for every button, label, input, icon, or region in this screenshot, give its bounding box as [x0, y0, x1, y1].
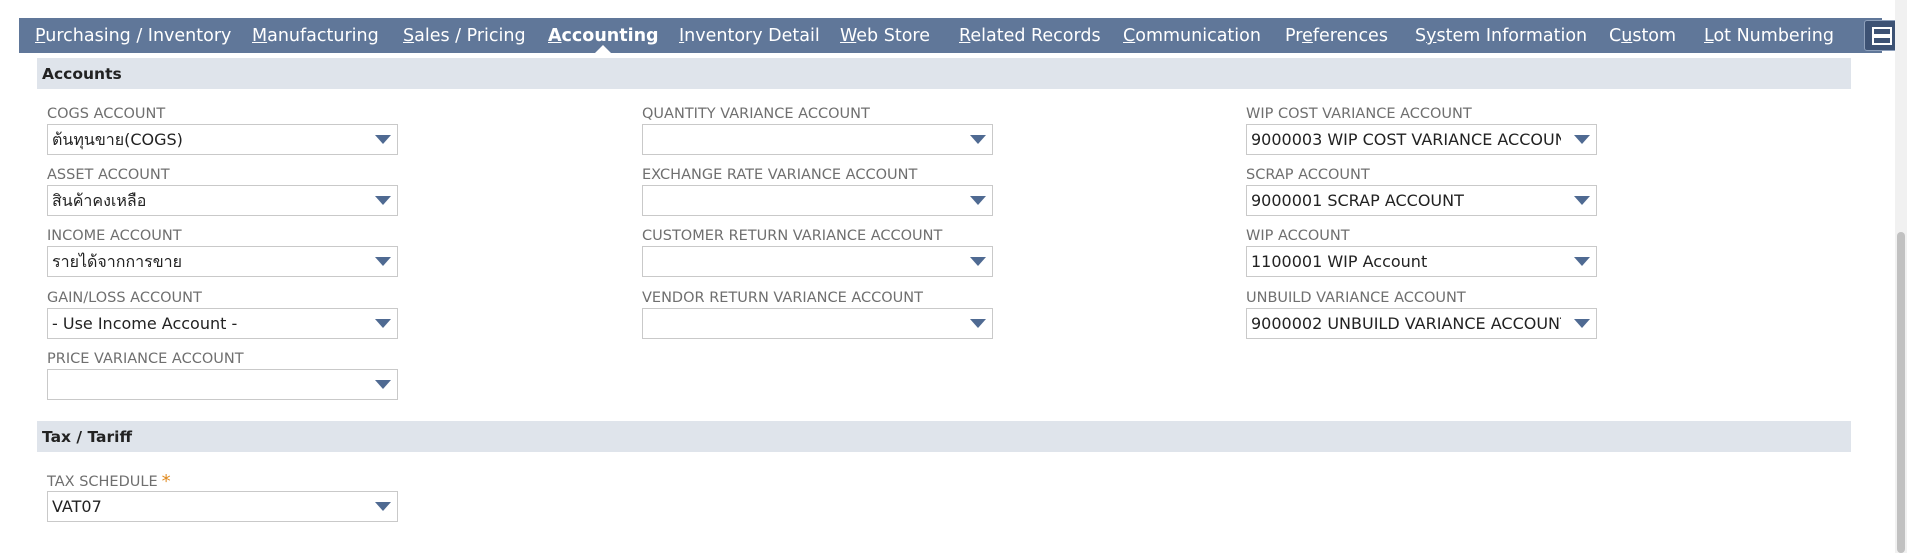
tab-accounting[interactable]: Accounting	[548, 18, 659, 53]
tab-label: nventory Detail	[684, 26, 820, 46]
chevron-down-icon	[375, 502, 391, 511]
tab-inventory-detail[interactable]: Inventory Detail	[679, 18, 820, 53]
tab-label: stem Information	[1436, 26, 1588, 46]
tab-label: ferences	[1312, 26, 1388, 46]
tab-accelerator: u	[1621, 26, 1633, 46]
tab-accelerator: C	[1123, 26, 1136, 46]
chevron-down-icon	[970, 257, 986, 266]
tab-purchasing-inventory[interactable]: Purchasing / Inventory	[35, 18, 231, 53]
asset-account-select[interactable]: สินค้าคงเหลือ	[47, 185, 398, 216]
price-variance-account-select[interactable]	[47, 369, 398, 400]
tab-label: stom	[1632, 26, 1677, 46]
tab-label: ot Numbering	[1713, 26, 1834, 46]
tab-label: ccounting	[561, 26, 659, 46]
gain-loss-account-value: - Use Income Account -	[52, 314, 238, 333]
tab-accelerator: e	[1302, 26, 1313, 46]
wip-account-label: WIP ACCOUNT	[1246, 228, 1350, 244]
tax-schedule-label: TAX SCHEDULE *	[47, 470, 171, 492]
tab-preferences[interactable]: Preferences	[1285, 18, 1388, 53]
tab-custom[interactable]: Custom	[1609, 18, 1676, 53]
tab-accelerator: S	[403, 26, 415, 46]
unbuild-variance-account-label: UNBUILD VARIANCE ACCOUNT	[1246, 290, 1466, 306]
wip-cost-variance-account-label: WIP COST VARIANCE ACCOUNT	[1246, 106, 1472, 122]
customer-return-variance-account-label: CUSTOMER RETURN VARIANCE ACCOUNT	[642, 228, 943, 244]
tab-label: urchasing / Inventory	[45, 26, 232, 46]
tab-manufacturing[interactable]: Manufacturing	[252, 18, 379, 53]
chevron-down-icon	[375, 196, 391, 205]
tab-menu-button[interactable]	[1864, 20, 1898, 51]
exchange-rate-variance-account-select[interactable]	[642, 185, 993, 216]
exchange-rate-variance-account-label: EXCHANGE RATE VARIANCE ACCOUNT	[642, 167, 918, 183]
wip-cost-variance-account-select[interactable]: 9000003 WIP COST VARIANCE ACCOUNT	[1246, 124, 1597, 155]
gain-loss-account-label: GAIN/LOSS ACCOUNT	[47, 290, 202, 306]
tab-lot-numbering[interactable]: Lot Numbering	[1704, 18, 1834, 53]
quantity-variance-account-select[interactable]	[642, 124, 993, 155]
income-account-value: รายได้จากการขาย	[52, 252, 182, 271]
tab-label: eb Store	[856, 26, 930, 46]
section-header-accounts: Accounts	[37, 58, 1851, 89]
chevron-down-icon	[970, 196, 986, 205]
cogs-account-select[interactable]: ต้นทุนขาย(COGS)	[47, 124, 398, 155]
income-account-select[interactable]: รายได้จากการขาย	[47, 246, 398, 277]
gain-loss-account-select[interactable]: - Use Income Account -	[47, 308, 398, 339]
chevron-down-icon	[1574, 257, 1590, 266]
scrap-account-value: 9000001 SCRAP ACCOUNT	[1251, 191, 1464, 210]
tab-system-information[interactable]: System Information	[1415, 18, 1587, 53]
chevron-down-icon	[375, 135, 391, 144]
tax-schedule-select[interactable]: VAT07	[47, 491, 398, 522]
cogs-account-value: ต้นทุนขาย(COGS)	[52, 130, 183, 149]
subtab-bar: Purchasing / Inventory Manufacturing Sal…	[19, 18, 1898, 53]
quantity-variance-account-label: QUANTITY VARIANCE ACCOUNT	[642, 106, 870, 122]
tab-label: Pr	[1285, 26, 1303, 46]
wip-account-value: 1100001 WIP Account	[1251, 252, 1428, 271]
scrap-account-label: SCRAP ACCOUNT	[1246, 167, 1370, 183]
tab-label: S	[1415, 26, 1427, 46]
chevron-down-icon	[970, 135, 986, 144]
tab-accelerator: W	[840, 26, 857, 46]
vendor-return-variance-account-select[interactable]	[642, 308, 993, 339]
required-mark: *	[161, 471, 171, 492]
asset-account-value: สินค้าคงเหลือ	[52, 191, 147, 210]
tab-related-records[interactable]: Related Records	[959, 18, 1101, 53]
tax-schedule-value: VAT07	[52, 497, 102, 516]
tab-sales-pricing[interactable]: Sales / Pricing	[403, 18, 526, 53]
chevron-down-icon	[1574, 196, 1590, 205]
price-variance-account-label: PRICE VARIANCE ACCOUNT	[47, 351, 244, 367]
tab-accelerator: y	[1426, 26, 1437, 46]
tab-label: ommunication	[1135, 26, 1261, 46]
tab-label: anufacturing	[267, 26, 379, 46]
scrap-account-select[interactable]: 9000001 SCRAP ACCOUNT	[1246, 185, 1597, 216]
tab-accelerator: A	[548, 26, 562, 46]
menu-list-icon	[1872, 27, 1892, 45]
scrollbar-thumb[interactable]	[1897, 232, 1905, 553]
tax-schedule-label-text: TAX SCHEDULE	[47, 474, 158, 490]
vendor-return-variance-account-label: VENDOR RETURN VARIANCE ACCOUNT	[642, 290, 923, 306]
tab-accelerator: R	[959, 26, 971, 46]
chevron-down-icon	[1574, 319, 1590, 328]
wip-cost-variance-account-value: 9000003 WIP COST VARIANCE ACCOUNT	[1251, 130, 1561, 149]
tab-label: C	[1609, 26, 1622, 46]
unbuild-variance-account-select[interactable]: 9000002 UNBUILD VARIANCE ACCOUNT	[1246, 308, 1597, 339]
unbuild-variance-account-value: 9000002 UNBUILD VARIANCE ACCOUNT	[1251, 314, 1561, 333]
customer-return-variance-account-select[interactable]	[642, 246, 993, 277]
tab-label: ales / Pricing	[414, 26, 526, 46]
chevron-down-icon	[970, 319, 986, 328]
page-scrollbar[interactable]	[1895, 0, 1907, 553]
section-header-tax-tariff: Tax / Tariff	[37, 421, 1851, 452]
chevron-down-icon	[375, 319, 391, 328]
income-account-label: INCOME ACCOUNT	[47, 228, 182, 244]
wip-account-select[interactable]: 1100001 WIP Account	[1246, 246, 1597, 277]
tab-accelerator: M	[252, 26, 268, 46]
chevron-down-icon	[1574, 135, 1590, 144]
cogs-account-label: COGS ACCOUNT	[47, 106, 166, 122]
asset-account-label: ASSET ACCOUNT	[47, 167, 170, 183]
tab-communication[interactable]: Communication	[1123, 18, 1261, 53]
tab-accelerator: P	[35, 26, 46, 46]
chevron-down-icon	[375, 380, 391, 389]
tab-web-store[interactable]: Web Store	[840, 18, 930, 53]
tab-label: elated Records	[970, 26, 1101, 46]
chevron-down-icon	[375, 257, 391, 266]
